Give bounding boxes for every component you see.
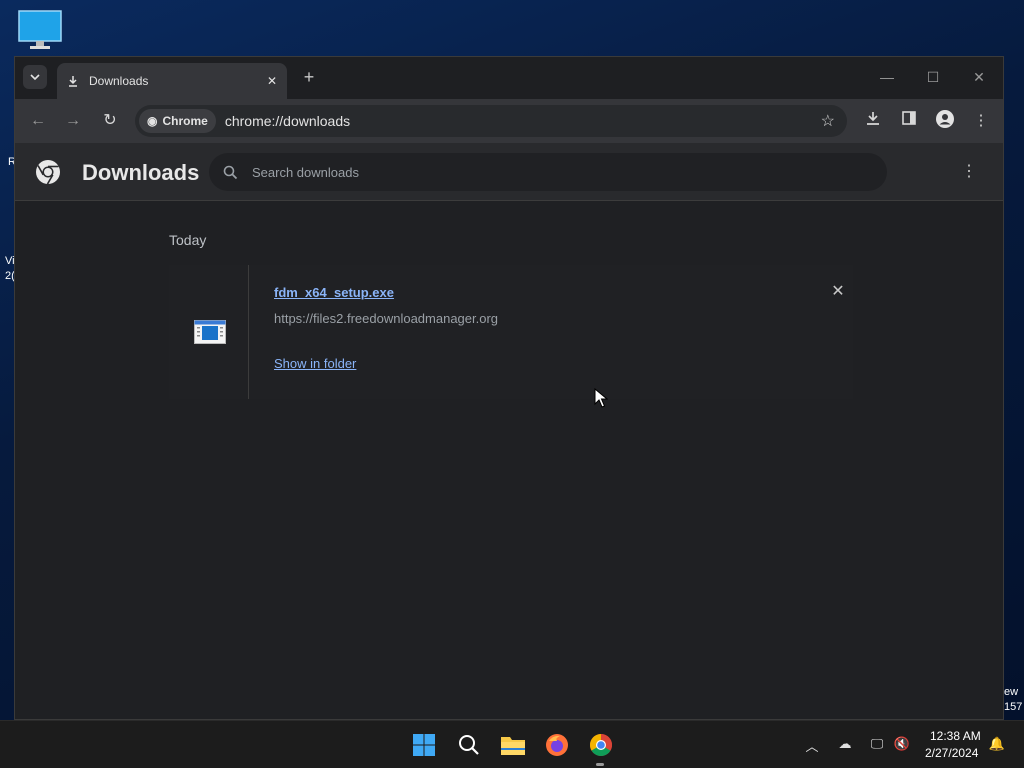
chrome-icon: ◉ [147, 114, 158, 128]
firefox-button[interactable] [543, 731, 571, 759]
toolbar: ← → ↻ ◉ Chrome chrome://downloads ☆ ⋮ [15, 99, 1003, 143]
date-group-label: Today [169, 232, 207, 248]
clock-date[interactable]: 2/27/2024 [925, 746, 978, 760]
chrome-icon [590, 734, 612, 756]
network-icon[interactable]: 🖵 [867, 736, 887, 754]
mouse-cursor-icon [594, 388, 608, 408]
tab-strip: Downloads ✕ + — ☐ ✕ [15, 57, 1003, 99]
download-source-url[interactable]: https://files2.freedownloadmanager.org [274, 311, 498, 326]
downloads-toolbar-icon[interactable] [862, 110, 884, 132]
show-in-folder-link[interactable]: Show in folder [274, 356, 356, 371]
exe-file-icon [194, 320, 226, 344]
reload-button[interactable]: ↻ [99, 110, 121, 132]
start-button[interactable] [410, 731, 438, 759]
this-pc-icon[interactable] [18, 10, 62, 50]
chrome-taskbar-button[interactable] [587, 731, 615, 759]
onedrive-offline-icon[interactable]: ☁ [835, 736, 855, 754]
download-item-icon-area [169, 265, 249, 399]
chrome-logo-icon [36, 160, 60, 185]
close-window-button[interactable]: ✕ [957, 65, 1001, 89]
address-bar[interactable]: ◉ Chrome chrome://downloads ☆ [135, 105, 847, 137]
chip-label: Chrome [162, 114, 208, 128]
tab-search-button[interactable] [23, 65, 47, 89]
windows-logo-icon [413, 734, 435, 756]
desktop-text-fragment: ew [1004, 686, 1019, 698]
chevron-up-icon[interactable]: ︿ [802, 736, 822, 754]
running-app-indicator [596, 763, 604, 766]
page-menu-icon[interactable]: ⋮ [959, 161, 979, 183]
new-tab-button[interactable]: + [299, 67, 319, 87]
volume-muted-icon[interactable]: 🔇 [892, 736, 912, 754]
remove-download-close-icon[interactable]: ✕ [829, 283, 847, 301]
chrome-menu-icon[interactable]: ⋮ [970, 110, 992, 132]
download-item: fdm_x64_setup.exe https://files2.freedow… [169, 265, 853, 399]
search-bar[interactable] [209, 153, 887, 191]
chrome-window: Downloads ✕ + — ☐ ✕ ← → ↻ ◉ Chrome chrom… [14, 56, 1004, 720]
downloads-header: Downloads ⋮ [15, 143, 1003, 201]
folder-icon [501, 737, 525, 755]
taskbar-search-button[interactable] [455, 731, 483, 759]
file-explorer-button[interactable] [499, 731, 527, 759]
maximize-button[interactable]: ☐ [911, 65, 955, 89]
side-panel-icon[interactable] [898, 110, 920, 132]
tab-title: Downloads [89, 74, 149, 88]
bookmark-star-icon[interactable]: ☆ [821, 111, 835, 131]
download-file-name-link[interactable]: fdm_x64_setup.exe [274, 285, 394, 300]
forward-button[interactable]: → [62, 110, 84, 132]
search-input[interactable] [252, 164, 812, 180]
url-text[interactable]: chrome://downloads [225, 113, 821, 129]
desktop-text-fragment: 157 [1004, 701, 1023, 713]
back-button[interactable]: ← [27, 110, 49, 132]
clock-time[interactable]: 12:38 AM [930, 729, 981, 743]
page-title: Downloads [82, 160, 200, 185]
download-icon [69, 76, 77, 87]
chevron-down-icon [30, 74, 40, 81]
minimize-button[interactable]: — [865, 65, 909, 89]
firefox-icon [546, 734, 568, 756]
tab-downloads[interactable]: Downloads ✕ [57, 63, 287, 99]
search-icon [459, 735, 479, 755]
site-info-chip[interactable]: ◉ Chrome [139, 109, 216, 133]
tab-close-icon[interactable]: ✕ [267, 74, 277, 88]
search-icon [223, 165, 238, 179]
profile-avatar-icon[interactable] [934, 110, 956, 132]
taskbar: ︿ ☁ 🖵 🔇 12:38 AM 2/27/2024 🔔 [0, 720, 1024, 768]
notification-bell-icon[interactable]: 🔔 [987, 736, 1007, 754]
